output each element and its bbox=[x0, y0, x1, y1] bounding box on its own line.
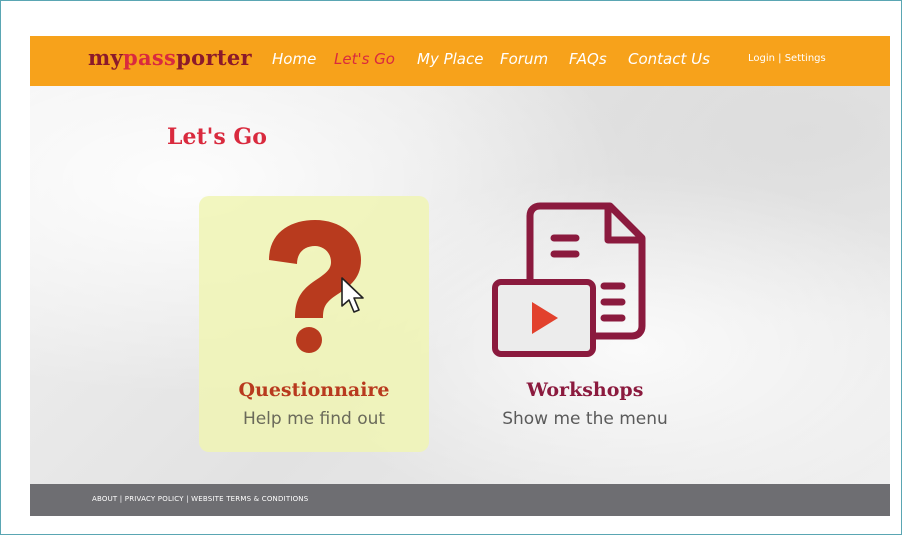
logo-part-my: my bbox=[88, 45, 124, 70]
nav-forum[interactable]: Forum bbox=[500, 50, 548, 68]
nav-my-place[interactable]: My Place bbox=[417, 50, 483, 68]
site-logo[interactable]: mypassporter bbox=[88, 45, 252, 70]
document-video-icon bbox=[492, 202, 646, 357]
logo-part-pass: pass bbox=[123, 45, 177, 70]
login-settings-link[interactable]: Login | Settings bbox=[748, 53, 826, 64]
page-canvas: mypassporter Home Let's Go My Place Foru… bbox=[30, 36, 890, 516]
workshops-card[interactable]: Workshops Show me the menu bbox=[470, 196, 700, 452]
logo-part-porter: porter bbox=[176, 45, 252, 70]
browser-frame: mypassporter Home Let's Go My Place Foru… bbox=[0, 0, 902, 535]
footer-links[interactable]: ABOUT | PRIVACY POLICY | WEBSITE TERMS &… bbox=[92, 495, 308, 503]
site-footer: ABOUT | PRIVACY POLICY | WEBSITE TERMS &… bbox=[30, 484, 890, 516]
nav-faqs[interactable]: FAQs bbox=[569, 50, 607, 68]
top-navbar: mypassporter Home Let's Go My Place Foru… bbox=[30, 36, 890, 86]
nav-lets-go[interactable]: Let's Go bbox=[334, 50, 395, 68]
questionnaire-card[interactable]: Questionnaire Help me find out bbox=[199, 196, 429, 452]
workshops-title: Workshops bbox=[526, 379, 644, 401]
questionnaire-title: Questionnaire bbox=[238, 379, 390, 401]
nav-home[interactable]: Home bbox=[272, 50, 316, 68]
nav-contact-us[interactable]: Contact Us bbox=[628, 50, 710, 68]
workshops-subtitle: Show me the menu bbox=[502, 409, 668, 429]
questionnaire-subtitle: Help me find out bbox=[242, 409, 386, 429]
page-title: Let's Go bbox=[167, 124, 267, 150]
mouse-cursor-icon bbox=[341, 277, 364, 313]
